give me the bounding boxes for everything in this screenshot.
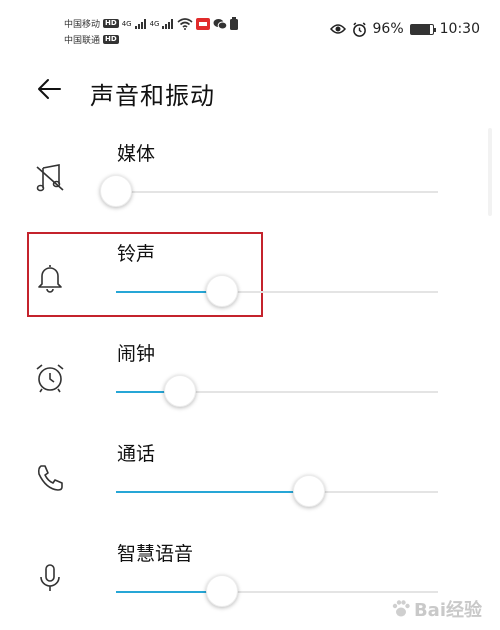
slider-thumb[interactable] xyxy=(164,375,197,407)
battery-percent: 96% xyxy=(372,21,404,37)
scrollbar[interactable] xyxy=(488,128,492,216)
microphone-icon xyxy=(40,564,60,591)
page-title: 声音和振动 xyxy=(90,82,215,110)
volume-label-ringtone: 铃声 xyxy=(117,243,156,265)
slider-thumb[interactable] xyxy=(206,275,239,307)
volume-label-alarm: 闹钟 xyxy=(117,343,156,365)
volume-slider-alarm[interactable] xyxy=(116,375,438,407)
network-type-1: 4G xyxy=(121,19,132,28)
slider-thumb[interactable] xyxy=(293,475,326,507)
music-muted-icon xyxy=(36,164,64,192)
app-notification-icon xyxy=(196,17,211,30)
alarm-status-icon xyxy=(352,21,366,37)
volume-slider-media[interactable] xyxy=(100,175,438,207)
watermark: Bai经验 xyxy=(391,596,482,622)
wifi-icon xyxy=(177,17,193,30)
wechat-icon xyxy=(213,18,228,29)
watermark-text: Bai经验 xyxy=(413,600,482,621)
back-arrow-icon[interactable] xyxy=(36,76,62,102)
alarm-clock-icon xyxy=(36,364,64,393)
slider-thumb[interactable] xyxy=(206,575,239,607)
carrier-1: 中国移动 HD 4G 4G xyxy=(64,17,239,30)
carrier-1-label: 中国移动 xyxy=(64,20,101,30)
signal-icon xyxy=(134,18,146,29)
hd-badge-1: HD xyxy=(103,19,119,28)
volume-label-call: 通话 xyxy=(117,443,156,465)
carrier-2-label: 中国联通 xyxy=(64,36,101,46)
volume-slider-smart-voice[interactable] xyxy=(116,575,438,607)
volume-label-smart-voice: 智慧语音 xyxy=(117,543,194,565)
phone-icon xyxy=(37,465,63,491)
hd-badge-2: HD xyxy=(103,35,119,44)
eye-icon xyxy=(329,24,346,34)
volume-label-media: 媒体 xyxy=(117,143,156,165)
bell-icon xyxy=(38,265,62,293)
paw-icon xyxy=(392,600,410,617)
slider-fill xyxy=(116,491,310,493)
carrier-2: 中国联通 HD xyxy=(64,33,119,46)
volume-slider-ringtone[interactable] xyxy=(116,275,438,307)
battery-saver-icon xyxy=(230,17,239,30)
volume-slider-call[interactable] xyxy=(116,475,438,507)
network-type-2: 4G xyxy=(149,19,160,28)
battery-icon xyxy=(409,23,436,35)
slider-thumb[interactable] xyxy=(100,175,132,207)
signal-icon xyxy=(162,18,174,29)
status-right: 96% 10:30 xyxy=(329,21,480,37)
clock-time: 10:30 xyxy=(439,21,480,37)
